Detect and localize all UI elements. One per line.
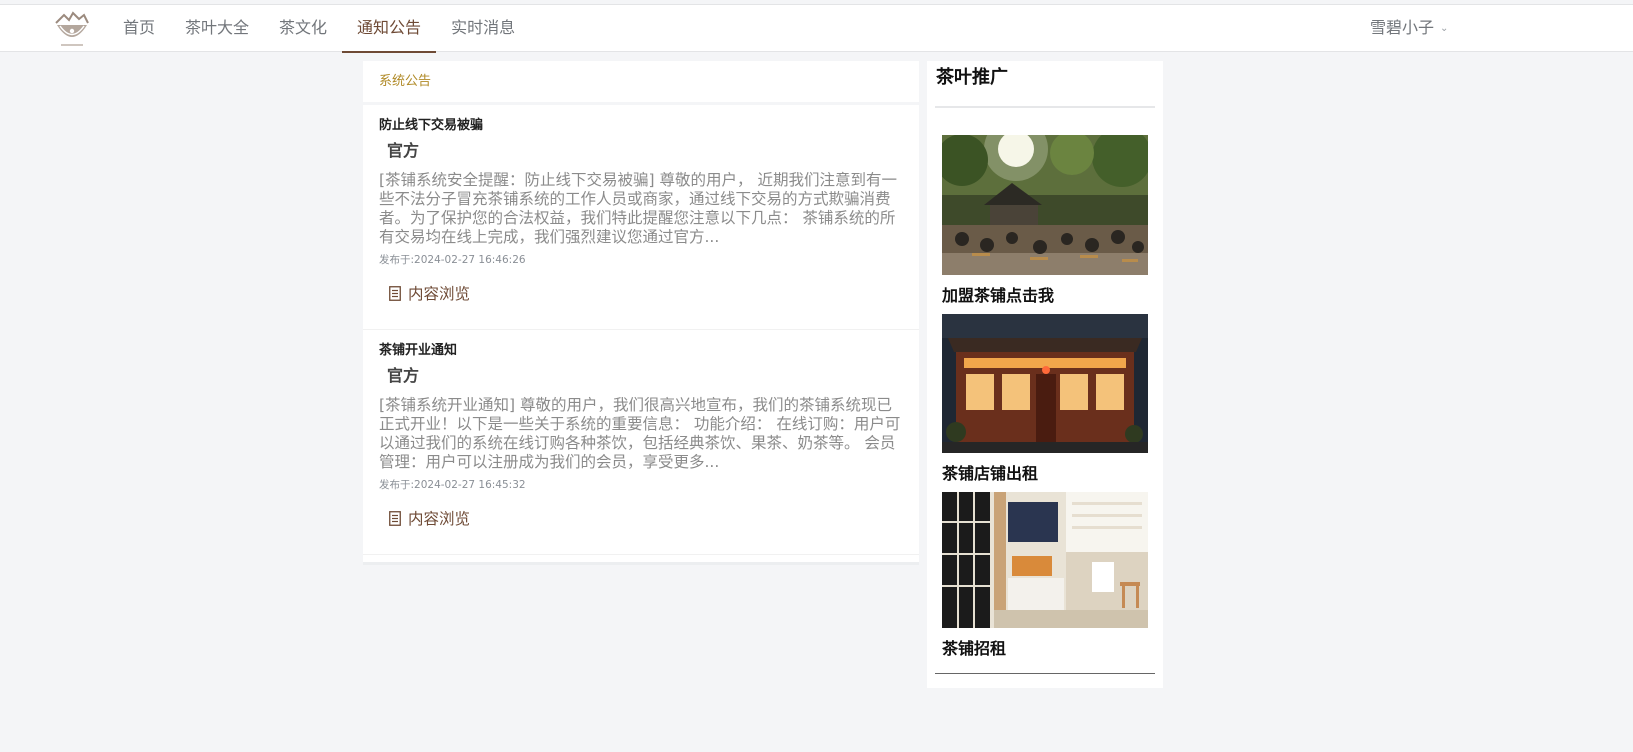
promo-card[interactable]: 茶铺店铺出租 (942, 314, 1148, 485)
main-nav: 首页 茶叶大全 茶文化 通知公告 实时消息 (108, 5, 530, 53)
notice-panel-footer (363, 555, 919, 565)
promo-image-teahouse-garden[interactable] (942, 135, 1148, 275)
notice-summary: [茶铺系统安全提醒：防止线下交易被骗] 尊敬的用户， 近期我们注意到有一些不法分… (379, 171, 897, 246)
user-menu[interactable]: 雪碧小子 ⌄ (1370, 5, 1448, 53)
nav-item-live-messages[interactable]: 实时消息 (436, 5, 530, 53)
document-icon (389, 285, 401, 301)
promo-card[interactable]: 茶铺招租 (942, 492, 1148, 660)
view-content-label: 内容浏览 (408, 510, 471, 528)
view-content-button[interactable]: 内容浏览 (389, 282, 470, 304)
nav-item-tea-culture[interactable]: 茶文化 (264, 5, 342, 53)
notice-title[interactable]: 防止线下交易被骗 (379, 117, 903, 135)
tea-shop-logo-icon[interactable] (52, 9, 92, 49)
promo-image-shopfront[interactable] (942, 314, 1148, 453)
top-navbar: 首页 茶叶大全 茶文化 通知公告 实时消息 雪碧小子 ⌄ (0, 4, 1633, 53)
promo-sidebar: 茶叶推广 加盟茶铺点击我 茶铺店铺出租 茶铺招租 (927, 61, 1163, 688)
promo-card[interactable]: 加盟茶铺点击我 (942, 135, 1148, 307)
promo-name[interactable]: 茶铺招租 (942, 638, 1148, 660)
view-content-label: 内容浏览 (408, 285, 471, 303)
notice-date: 发布于:2024-02-27 16:46:26 (379, 254, 526, 266)
notice-date: 发布于:2024-02-27 16:45:32 (379, 479, 526, 491)
chevron-down-icon: ⌄ (1440, 23, 1449, 34)
nav-item-notices[interactable]: 通知公告 (342, 5, 437, 53)
notice-title[interactable]: 茶铺开业通知 (379, 342, 903, 360)
notice-author: 官方 (387, 141, 420, 160)
promo-name[interactable]: 茶铺店铺出租 (942, 463, 1148, 485)
notice-item: 防止线下交易被骗 官方 [茶铺系统安全提醒：防止线下交易被骗] 尊敬的用户， 近… (363, 105, 919, 330)
username: 雪碧小子 (1370, 18, 1435, 37)
view-content-button[interactable]: 内容浏览 (389, 507, 470, 529)
notice-author: 官方 (387, 366, 420, 385)
promo-name[interactable]: 加盟茶铺点击我 (942, 285, 1148, 307)
nav-item-home[interactable]: 首页 (108, 5, 170, 53)
nav-item-tea-catalog[interactable]: 茶叶大全 (170, 5, 264, 53)
promo-image-shop-interior[interactable] (942, 492, 1148, 628)
notice-item: 茶铺开业通知 官方 [茶铺系统开业通知] 尊敬的用户，我们很高兴地宣布，我们的茶… (363, 330, 919, 555)
promo-divider (935, 673, 1155, 674)
notice-panel: 系统公告 防止线下交易被骗 官方 [茶铺系统安全提醒：防止线下交易被骗] 尊敬的… (363, 61, 919, 565)
promo-title: 茶叶推广 (935, 61, 1155, 108)
document-icon (389, 510, 401, 526)
notice-summary: [茶铺系统开业通知] 尊敬的用户，我们很高兴地宣布，我们的茶铺系统现已正式开业！… (379, 396, 901, 471)
notice-panel-header: 系统公告 (363, 61, 919, 105)
